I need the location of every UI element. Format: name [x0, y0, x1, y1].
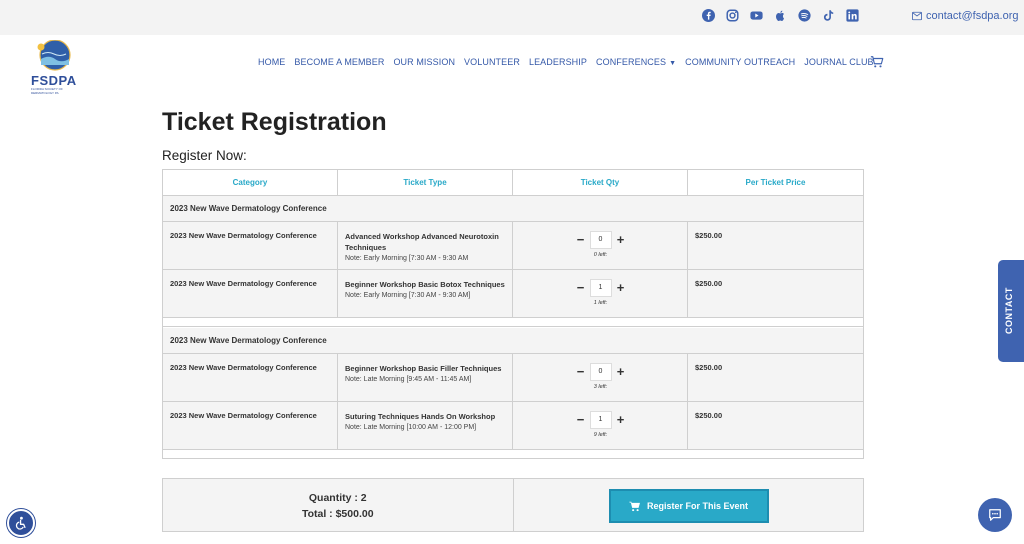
tickets-left: 3 left: — [593, 384, 608, 390]
increase-button[interactable]: + — [612, 231, 630, 249]
quantity-input[interactable]: 0 — [589, 363, 612, 381]
chat-button[interactable] — [978, 498, 1012, 532]
nav-conferences[interactable]: CONFERENCES ▼ — [596, 57, 676, 67]
row-ticket-type: Beginner Workshop Basic Botox Techniques… — [338, 270, 513, 318]
quantity-stepper: − 0 + — [572, 363, 630, 381]
row-price: $250.00 — [695, 411, 723, 420]
cart-icon — [629, 501, 640, 511]
nav-journal-club[interactable]: JOURNAL CLUB — [804, 57, 873, 67]
decrease-button[interactable]: − — [572, 411, 590, 429]
decrease-button[interactable]: − — [572, 363, 590, 381]
decrease-button[interactable]: − — [572, 231, 590, 249]
ticket-note: Note: Late Morning [9:45 AM - 11:45 AM] — [345, 376, 472, 383]
instagram-icon[interactable] — [726, 9, 739, 22]
nav-conferences-label: CONFERENCES — [596, 57, 667, 67]
tickets-left: 0 left: — [593, 252, 608, 258]
table-row: 2023 New Wave Dermatology Conference Sut… — [163, 402, 863, 450]
chevron-down-icon: ▼ — [669, 60, 677, 67]
increase-button[interactable]: + — [612, 363, 630, 381]
mail-icon — [912, 11, 922, 21]
ticket-table: Category Ticket Type Ticket Qty Per Tick… — [162, 169, 864, 459]
email-text: contact@fsdpa.org — [926, 10, 1019, 22]
summary-action: Register For This Event — [514, 479, 864, 531]
nav-volunteer[interactable]: VOLUNTEER — [464, 57, 520, 67]
qty-cell: − 1 + 9 left: — [513, 402, 688, 450]
nav-our-mission[interactable]: OUR MISSION — [393, 57, 455, 67]
table-row: 2023 New Wave Dermatology Conference Beg… — [163, 270, 863, 318]
qty-cell: − 0 + 3 left: — [513, 354, 688, 402]
tiktok-icon[interactable] — [822, 9, 835, 22]
main-nav: HOME BECOME A MEMBER OUR MISSION VOLUNTE… — [258, 57, 883, 67]
row-ticket-type: Advanced Workshop Advanced Neurotoxin Te… — [338, 222, 513, 270]
increase-button[interactable]: + — [612, 279, 630, 297]
increase-button[interactable]: + — [612, 411, 630, 429]
ticket-note: Note: Early Morning [7:30 AM - 9:30 AM — [345, 255, 469, 262]
youtube-icon[interactable] — [750, 9, 763, 22]
nav-become-a-member[interactable]: BECOME A MEMBER — [294, 57, 384, 67]
order-summary: Quantity : 2 Total : $500.00 Register Fo… — [162, 478, 864, 532]
apple-icon[interactable] — [774, 9, 787, 22]
summary-total: Total : $500.00 — [301, 508, 374, 520]
row-ticket-type: Beginner Workshop Basic Filler Technique… — [338, 354, 513, 402]
header-per-ticket-price: Per Ticket Price — [745, 178, 806, 187]
contact-tab[interactable]: CONTACT — [998, 260, 1024, 362]
register-button-label: Register For This Event — [646, 501, 749, 511]
header-category: Category — [163, 170, 338, 196]
ticket-type-name: Beginner Workshop Basic Botox Techniques — [345, 280, 505, 289]
cart-icon[interactable] — [870, 55, 884, 69]
row-category: 2023 New Wave Dermatology Conference — [163, 402, 338, 450]
group-spacer — [163, 318, 863, 327]
table-row: 2023 New Wave Dermatology Conference Beg… — [163, 354, 863, 402]
group-header: 2023 New Wave Dermatology Conference — [163, 328, 863, 354]
row-ticket-type: Suturing Techniques Hands On Workshop No… — [338, 402, 513, 450]
row-category: 2023 New Wave Dermatology Conference — [163, 270, 338, 318]
logo-text: FSDPA — [31, 73, 77, 88]
quantity-input[interactable]: 1 — [589, 411, 612, 429]
group-header: 2023 New Wave Dermatology Conference — [163, 196, 863, 222]
accessibility-button[interactable] — [7, 509, 35, 537]
facebook-icon[interactable] — [702, 9, 715, 22]
header-ticket-qty: Ticket Qty — [513, 170, 688, 196]
summary-totals: Quantity : 2 Total : $500.00 — [163, 479, 514, 531]
quantity-stepper: − 0 + — [572, 231, 630, 249]
ticket-type-name: Suturing Techniques Hands On Workshop — [345, 412, 496, 421]
social-links — [702, 9, 859, 22]
register-for-event-button[interactable]: Register For This Event — [608, 489, 769, 523]
decrease-button[interactable]: − — [572, 279, 590, 297]
qty-cell: − 1 + 1 left: — [513, 270, 688, 318]
ticket-note: Note: Late Morning [10:00 AM - 12:00 PM] — [345, 424, 477, 431]
top-bar: contact@fsdpa.org — [0, 0, 1024, 35]
contact-email[interactable]: contact@fsdpa.org — [912, 10, 1019, 22]
linkedin-icon[interactable] — [846, 9, 859, 22]
spotify-icon[interactable] — [798, 9, 811, 22]
summary-quantity: Quantity : 2 — [308, 492, 367, 504]
row-price: $250.00 — [695, 231, 723, 240]
page-title: Ticket Registration — [162, 108, 387, 136]
quantity-stepper: − 1 + — [572, 279, 630, 297]
register-now-heading: Register Now: — [162, 148, 247, 163]
nav-home[interactable]: HOME — [258, 57, 285, 67]
logo-subtext: FLORIDA SOCIETY OF DERMATOLOGY PA — [31, 87, 63, 95]
row-price: $250.00 — [695, 363, 723, 372]
ticket-type-name: Beginner Workshop Basic Filler Technique… — [345, 364, 502, 373]
row-category: 2023 New Wave Dermatology Conference — [163, 222, 338, 270]
quantity-stepper: − 1 + — [572, 411, 630, 429]
ticket-note: Note: Early Morning [7:30 AM - 9:30 AM] — [345, 292, 471, 299]
header-ticket-type: Ticket Type — [338, 170, 513, 196]
nav-community-outreach[interactable]: COMMUNITY OUTREACH — [685, 57, 795, 67]
tickets-left: 1 left: — [593, 300, 608, 306]
row-category: 2023 New Wave Dermatology Conference — [163, 354, 338, 402]
accessibility-icon — [15, 516, 26, 530]
quantity-input[interactable]: 1 — [589, 279, 612, 297]
tickets-left: 9 left: — [593, 432, 608, 438]
row-price: $250.00 — [695, 279, 723, 288]
contact-tab-label: CONTACT — [1004, 287, 1014, 334]
quantity-input[interactable]: 0 — [589, 231, 612, 249]
nav-leadership[interactable]: LEADERSHIP — [529, 57, 587, 67]
table-header: Category Ticket Type Ticket Qty Per Tick… — [163, 170, 863, 196]
table-row: 2023 New Wave Dermatology Conference Adv… — [163, 222, 863, 270]
chat-icon — [989, 509, 1001, 521]
qty-cell: − 0 + 0 left: — [513, 222, 688, 270]
ticket-type-name: Advanced Workshop Advanced Neurotoxin Te… — [345, 232, 499, 252]
